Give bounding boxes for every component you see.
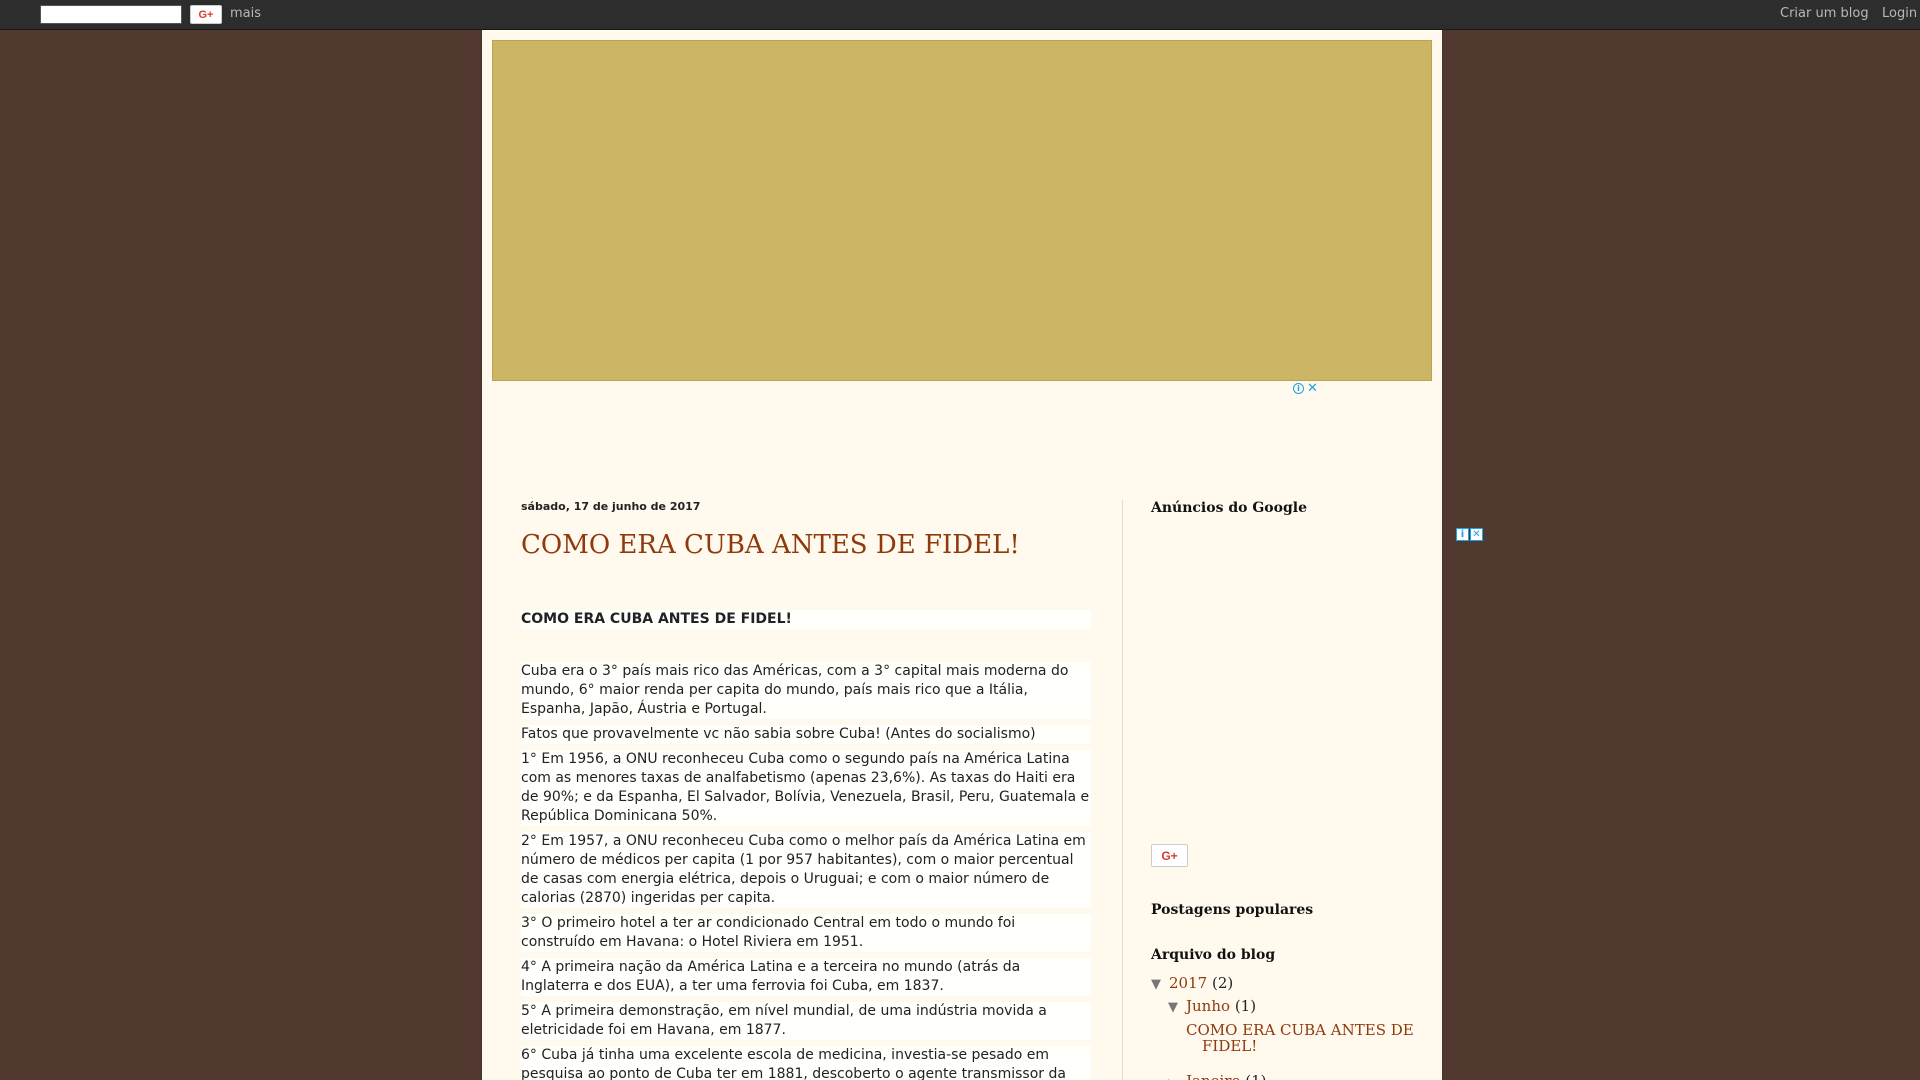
archive-post-line2: FIDEL! xyxy=(1202,1037,1258,1055)
blog-archive-heading: Arquivo do blog xyxy=(1151,947,1276,963)
post-paragraph: 1° Em 1956, a ONU reconheceu Cuba como o… xyxy=(521,750,1091,826)
archive-year-2017[interactable]: ▼ 2017 (2) xyxy=(1151,974,1233,992)
archive-month-count: (1) xyxy=(1245,1072,1266,1080)
post-date: sábado, 17 de junho de 2017 xyxy=(521,500,701,513)
archive-month-count: (1) xyxy=(1234,997,1257,1015)
popular-posts-heading: Postagens populares xyxy=(1151,902,1314,918)
login-link[interactable]: Login xyxy=(1882,6,1917,21)
archive-month-june[interactable]: ▼ Junho (1) xyxy=(1168,997,1256,1015)
gplus-share-button[interactable]: G+ xyxy=(190,5,222,24)
post-subtitle: COMO ERA CUBA ANTES DE FIDEL! xyxy=(521,610,1091,629)
archive-year-count: (2) xyxy=(1211,974,1234,992)
archive-month-january[interactable]: ► Janeiro (1) xyxy=(1168,1072,1267,1080)
ad-close-icon[interactable]: ✕ xyxy=(1307,381,1318,396)
post-title[interactable]: COMO ERA CUBA ANTES DE FIDEL! xyxy=(521,530,1121,560)
ad-info-icon[interactable]: i xyxy=(1293,383,1304,394)
header-ad-controls: i ✕ xyxy=(1293,381,1318,396)
collapsed-triangle-icon[interactable]: ► xyxy=(1168,1075,1178,1080)
post-paragraph: 5° A primeira demonstração, em nível mun… xyxy=(521,1002,1091,1040)
post-paragraph: 2° Em 1957, a ONU reconheceu Cuba como o… xyxy=(521,832,1091,908)
sidebar-ads-heading: Anúncios do Google xyxy=(1151,500,1307,516)
expanded-triangle-icon[interactable]: ▼ xyxy=(1151,977,1161,992)
archive-month-link[interactable]: Junho xyxy=(1186,997,1230,1015)
blog-container: i ✕ sábado, 17 de junho de 2017 COMO ERA… xyxy=(482,30,1442,1080)
side-ad-controls: i ✕ xyxy=(1456,528,1483,541)
ad-close-icon[interactable]: ✕ xyxy=(1470,528,1483,541)
post-paragraph: 4° A primeira nação da América Latina e … xyxy=(521,958,1091,996)
archive-post-link[interactable]: COMO ERA CUBA ANTES DE FIDEL! xyxy=(1186,1022,1416,1054)
expanded-triangle-icon[interactable]: ▼ xyxy=(1168,1000,1178,1015)
search-input[interactable] xyxy=(40,5,182,24)
ad-info-icon[interactable]: i xyxy=(1456,528,1469,541)
post-paragraph: 6° Cuba já tinha uma excelente escola de… xyxy=(521,1046,1091,1080)
header-ad-banner[interactable] xyxy=(492,40,1432,381)
archive-month-link[interactable]: Janeiro xyxy=(1186,1072,1241,1080)
more-link[interactable]: mais xyxy=(230,6,261,21)
column-divider xyxy=(1122,500,1123,1080)
create-blog-link[interactable]: Criar um blog xyxy=(1780,6,1869,21)
blogger-navbar: G+ mais Criar um blog Login xyxy=(0,0,1920,30)
archive-year-link[interactable]: 2017 xyxy=(1169,974,1207,992)
post-paragraph: Fatos que provavelmente vc não sabia sob… xyxy=(521,725,1091,744)
gplus-one-button[interactable]: G+ xyxy=(1151,844,1188,867)
post-paragraph: Cuba era o 3° país mais rico das América… xyxy=(521,662,1091,719)
post-paragraph: 3° O primeiro hotel a ter ar condicionad… xyxy=(521,914,1091,952)
